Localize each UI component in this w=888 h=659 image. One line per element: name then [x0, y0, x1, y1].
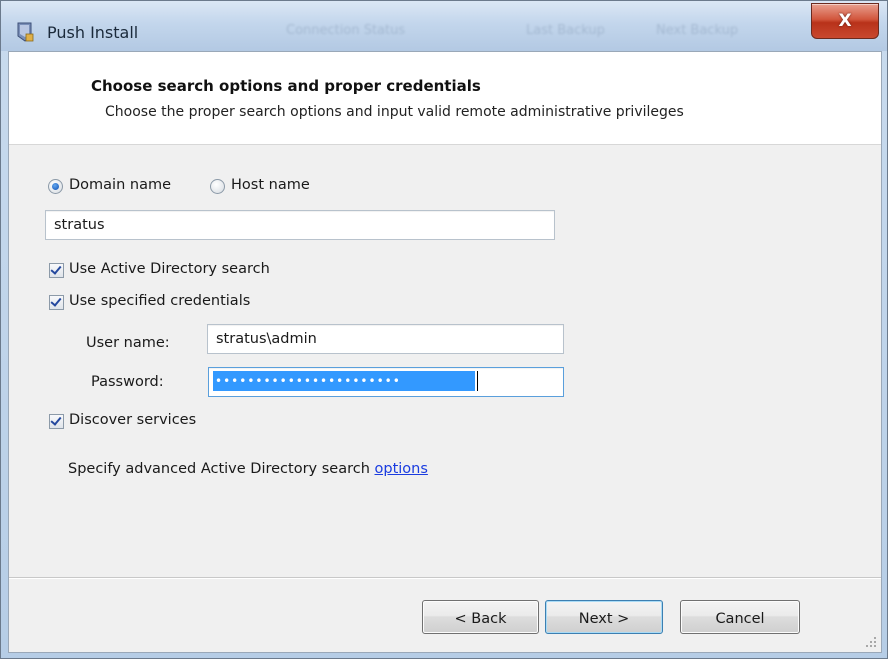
use-specified-credentials-checkbox[interactable] — [49, 295, 64, 310]
domain-name-label[interactable]: Domain name — [69, 177, 171, 193]
advanced-search-prefix: Specify advanced Active Directory search — [68, 461, 370, 477]
close-button[interactable]: X — [811, 3, 879, 39]
cancel-button[interactable]: Cancel — [680, 600, 800, 634]
user-name-label: User name: — [86, 335, 170, 351]
password-input[interactable]: ••••••••••••••••••••••• — [208, 367, 564, 397]
size-grip-icon[interactable] — [865, 636, 877, 648]
use-active-directory-search-checkbox[interactable] — [49, 263, 64, 278]
page-subtitle: Choose the proper search options and inp… — [105, 104, 684, 120]
background-tab-label: Connection Status — [286, 23, 406, 38]
next-button[interactable]: Next > — [545, 600, 663, 634]
domain-name-radio[interactable] — [48, 179, 63, 194]
background-tab-label: Last Backup — [526, 23, 605, 38]
host-name-radio[interactable] — [210, 179, 225, 194]
footer-divider — [9, 577, 881, 578]
text-caret — [477, 371, 478, 391]
close-icon: X — [838, 11, 852, 31]
wizard-header: Choose search options and proper credent… — [9, 52, 881, 145]
options-link[interactable]: options — [375, 461, 428, 477]
password-mask: ••••••••••••••••••••••• — [213, 371, 475, 391]
use-active-directory-search-label[interactable]: Use Active Directory search — [69, 261, 270, 277]
dialog-client-area: Choose search options and proper credent… — [8, 51, 882, 653]
password-label: Password: — [91, 374, 164, 390]
app-icon — [17, 22, 34, 42]
window-title: Push Install — [47, 23, 139, 42]
discover-services-label[interactable]: Discover services — [69, 412, 196, 428]
domain-name-input[interactable]: stratus — [45, 210, 555, 240]
title-bar[interactable]: Connection Status Last Backup Next Backu… — [1, 1, 887, 51]
background-tab-label: Next Backup — [656, 23, 739, 38]
advanced-search-text: Specify advanced Active Directory search… — [68, 461, 428, 477]
discover-services-checkbox[interactable] — [49, 414, 64, 429]
user-name-input[interactable]: stratus\admin — [207, 324, 564, 354]
host-name-label[interactable]: Host name — [231, 177, 310, 193]
push-install-window: Connection Status Last Backup Next Backu… — [0, 0, 888, 659]
back-button[interactable]: < Back — [422, 600, 539, 634]
use-specified-credentials-label[interactable]: Use specified credentials — [69, 293, 250, 309]
page-title: Choose search options and proper credent… — [91, 77, 481, 95]
